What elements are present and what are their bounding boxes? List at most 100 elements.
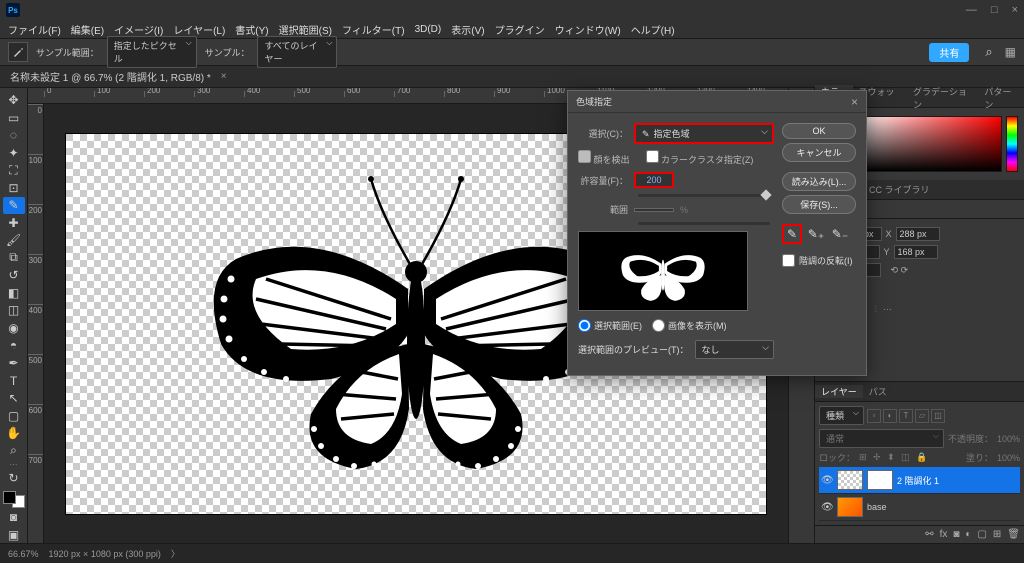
adjustment-layer-icon[interactable]: ◐ xyxy=(965,529,971,540)
color-field[interactable] xyxy=(855,116,1002,172)
select-dropdown[interactable]: ✎指定色域 xyxy=(634,123,774,144)
maximize-button[interactable]: □ xyxy=(991,4,998,16)
x-input[interactable] xyxy=(896,227,940,241)
layer-item-base[interactable]: 👁 base xyxy=(819,494,1020,521)
search-icon[interactable]: ⌕ xyxy=(985,44,992,60)
move-tool[interactable]: ✥ xyxy=(3,92,25,109)
zoom-tool[interactable]: ⌕ xyxy=(3,442,25,459)
tab-close-icon[interactable]: × xyxy=(221,71,227,82)
radio-image[interactable]: 画像を表示(M) xyxy=(652,319,727,332)
layer-visibility-icon[interactable]: 👁 xyxy=(821,475,833,486)
layer-filter-kind[interactable]: 種類 xyxy=(819,406,864,425)
menu-filter[interactable]: フィルター(T) xyxy=(340,22,407,37)
share-button[interactable]: 共有 xyxy=(929,43,969,62)
foreground-swatch[interactable] xyxy=(3,491,16,504)
screenmode-tool[interactable]: ▣ xyxy=(3,526,25,543)
filter-smart-icon[interactable]: ◫ xyxy=(931,409,945,423)
eraser-tool[interactable]: ◧ xyxy=(3,285,25,302)
delete-layer-icon[interactable]: 🗑 xyxy=(1007,529,1020,540)
eyedropper-sample-icon[interactable]: ✎ xyxy=(782,224,802,244)
tab-paths[interactable]: パス xyxy=(863,385,893,398)
menu-layer[interactable]: レイヤー(L) xyxy=(171,22,227,37)
brush-tool[interactable]: 🖌 xyxy=(3,232,25,249)
sample-range-dropdown[interactable]: 指定したピクセル xyxy=(107,36,197,68)
ruler-vertical: 0100200300400500600700 xyxy=(28,104,44,543)
sample-label: サンプル： xyxy=(205,46,250,59)
group-icon[interactable]: ▢ xyxy=(977,529,986,540)
dodge-tool[interactable]: ◓ xyxy=(3,337,25,354)
layer-item-threshold[interactable]: 👁 2 階調化 1 xyxy=(819,467,1020,494)
layers-panel: レイヤー パス 種類 ▫ ◐ T ▱ ◫ 通常 不透明度： xyxy=(815,381,1024,543)
heal-tool[interactable]: ✚ xyxy=(3,215,25,232)
quickmask-tool[interactable]: ◙ xyxy=(3,509,25,526)
path-tool[interactable]: ↖ xyxy=(3,390,25,407)
sample-dropdown[interactable]: すべてのレイヤー xyxy=(257,36,337,68)
opacity-value[interactable]: 100% xyxy=(997,434,1020,444)
hue-strip[interactable] xyxy=(1006,116,1018,172)
y-input[interactable] xyxy=(894,245,938,259)
menu-plugin[interactable]: プラグイン xyxy=(493,22,547,37)
layer-style-icon[interactable]: fx xyxy=(940,529,948,540)
tab-cclibrary[interactable]: CC ライブラリ xyxy=(863,183,936,196)
cancel-button[interactable]: キャンセル xyxy=(782,143,856,162)
crop-tool[interactable]: ⛶ xyxy=(3,162,25,179)
menu-window[interactable]: ウィンドウ(W) xyxy=(553,22,623,37)
tab-patterns[interactable]: パターン xyxy=(978,85,1024,111)
filter-pixel-icon[interactable]: ▫ xyxy=(867,409,881,423)
minimize-button[interactable]: — xyxy=(966,4,977,16)
detect-faces-checkbox xyxy=(578,150,591,163)
load-button[interactable]: 読み込み(L)... xyxy=(782,172,856,191)
radio-selection[interactable]: 選択範囲(E) xyxy=(578,319,642,332)
invert-checkbox[interactable] xyxy=(782,254,795,267)
save-button[interactable]: 保存(S)... xyxy=(782,195,856,214)
menu-image[interactable]: イメージ(I) xyxy=(112,22,165,37)
blur-tool[interactable]: ◉ xyxy=(3,320,25,337)
dialog-titlebar[interactable]: 色域指定 × xyxy=(568,91,866,113)
ok-button[interactable]: OK xyxy=(782,123,856,139)
menu-help[interactable]: ヘルプ(H) xyxy=(629,22,677,37)
color-cluster-checkbox[interactable] xyxy=(646,150,659,163)
frame-tool[interactable]: ⊡ xyxy=(3,180,25,197)
marquee-tool[interactable]: ▭ xyxy=(3,110,25,127)
zoom-level[interactable]: 66.67% xyxy=(8,549,39,559)
layer-mask-icon[interactable]: ◙ xyxy=(953,529,959,540)
shape-tool[interactable]: ▢ xyxy=(3,407,25,424)
eyedropper-add-icon[interactable]: ✎₊ xyxy=(806,224,826,244)
menu-view[interactable]: 表示(V) xyxy=(449,22,486,37)
menu-select[interactable]: 選択範囲(S) xyxy=(277,22,334,37)
type-tool[interactable]: T xyxy=(3,372,25,389)
layer-visibility-icon[interactable]: 👁 xyxy=(821,502,833,513)
close-button[interactable]: × xyxy=(1012,4,1018,16)
blend-mode-dropdown[interactable]: 通常 xyxy=(819,429,944,448)
filter-shape-icon[interactable]: ▱ xyxy=(915,409,929,423)
gradient-tool[interactable]: ◫ xyxy=(3,302,25,319)
lasso-tool[interactable]: ◌ xyxy=(3,127,25,144)
filter-type-icon[interactable]: T xyxy=(899,409,913,423)
workspace-icon[interactable]: ▦ xyxy=(1005,45,1016,59)
hand-tool[interactable]: ✋ xyxy=(3,425,25,442)
color-swatches[interactable] xyxy=(3,491,25,508)
tolerance-input[interactable]: 200 xyxy=(634,172,674,188)
tab-gradients[interactable]: グラデーション xyxy=(907,85,978,111)
filter-adjust-icon[interactable]: ◐ xyxy=(883,409,897,423)
stamp-tool[interactable]: ⧉ xyxy=(3,250,25,267)
menu-type[interactable]: 書式(Y) xyxy=(233,22,270,37)
eyedropper-subtract-icon[interactable]: ✎₋ xyxy=(830,224,850,244)
color-range-dialog: 色域指定 × 選択(C)： ✎指定色域 顔を検出 カラークラスタ指定(Z) 許容… xyxy=(567,90,867,376)
pen-tool[interactable]: ✒ xyxy=(3,355,25,372)
wand-tool[interactable]: ✦ xyxy=(3,145,25,162)
link-layers-icon[interactable]: ⚯ xyxy=(925,529,933,540)
menu-file[interactable]: ファイル(F) xyxy=(6,22,63,37)
tolerance-slider[interactable] xyxy=(638,194,770,197)
menu-3d[interactable]: 3D(D) xyxy=(413,24,444,35)
tab-layers[interactable]: レイヤー xyxy=(815,385,863,398)
eyedropper-tool[interactable]: ✎ xyxy=(3,197,25,214)
edit-toolbar[interactable]: ↻ xyxy=(3,470,25,487)
history-brush-tool[interactable]: ↺ xyxy=(3,267,25,284)
menu-edit[interactable]: 編集(E) xyxy=(69,22,106,37)
tool-preset-icon[interactable] xyxy=(8,42,28,62)
new-layer-icon[interactable]: ⊞ xyxy=(993,529,1001,540)
dialog-close-icon[interactable]: × xyxy=(851,95,858,109)
preview-mode-dropdown[interactable]: なし xyxy=(695,340,775,359)
fill-value[interactable]: 100% xyxy=(997,453,1020,463)
